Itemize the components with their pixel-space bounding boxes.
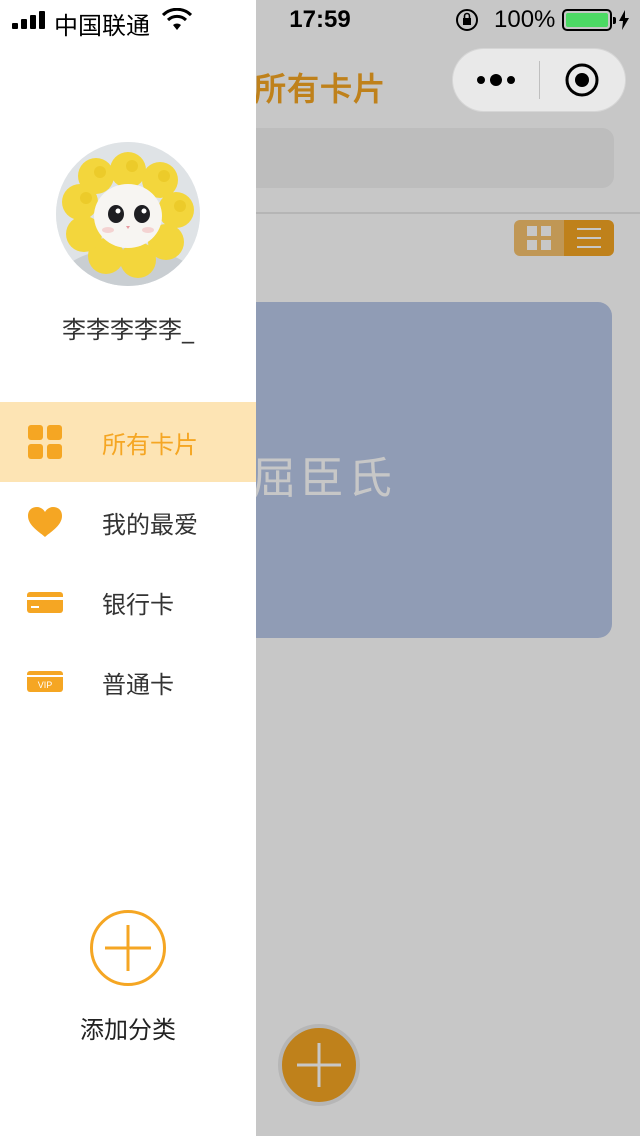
avatar[interactable] — [56, 142, 200, 286]
target-close-icon — [565, 63, 599, 97]
grid-icon — [27, 424, 63, 460]
menu-item-label: 我的最爱 — [102, 510, 198, 539]
vip-card-icon: VIP — [27, 664, 63, 700]
bank-card-icon — [27, 584, 63, 620]
menu-item-favorites[interactable]: 我的最爱 — [0, 482, 256, 562]
rotation-lock-icon — [456, 9, 478, 31]
add-category-button[interactable] — [90, 910, 166, 986]
miniprogram-capsule — [452, 48, 626, 112]
battery-percent: 100% — [494, 6, 556, 33]
category-menu: 所有卡片 我的最爱 银行卡 VIP 普通卡 — [0, 402, 256, 722]
menu-item-label: 普通卡 — [102, 670, 174, 699]
menu-item-all-cards[interactable]: 所有卡片 — [0, 402, 256, 482]
battery-level-fill — [566, 13, 608, 27]
menu-item-bank-cards[interactable]: 银行卡 — [0, 562, 256, 642]
svg-text:VIP: VIP — [38, 680, 53, 690]
more-options-button[interactable] — [453, 49, 539, 111]
username: 李李李李李_ — [62, 316, 194, 344]
status-bar: 中国联通 17:59 100% — [0, 0, 640, 40]
side-drawer: 李李李李李_ 所有卡片 我的最爱 银行卡 VIP 普通卡 添加分类 — [0, 0, 256, 1136]
menu-item-label: 所有卡片 — [102, 430, 198, 459]
battery-icon — [562, 9, 616, 31]
menu-item-normal-cards[interactable]: VIP 普通卡 — [0, 642, 256, 722]
close-miniprogram-button[interactable] — [540, 49, 626, 111]
menu-item-label: 银行卡 — [102, 590, 174, 619]
avatar-image — [56, 142, 200, 286]
charging-bolt-icon — [619, 10, 629, 30]
add-category-section: 添加分类 — [0, 910, 256, 1045]
add-category-label[interactable]: 添加分类 — [0, 1010, 256, 1045]
heart-icon — [27, 504, 63, 540]
